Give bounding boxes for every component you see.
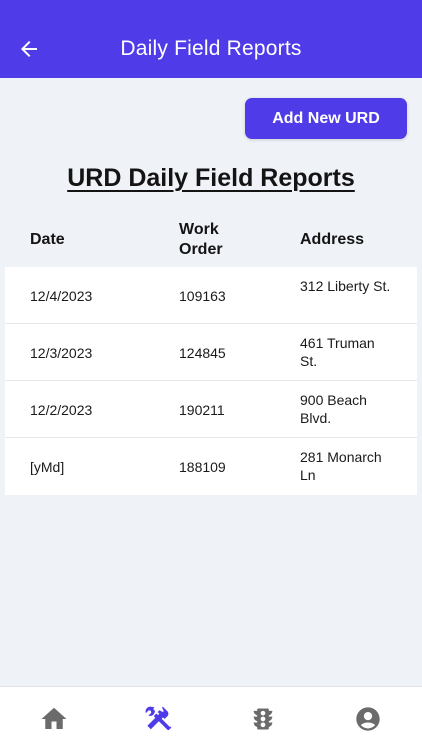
account-icon [356, 707, 380, 731]
nav-item-home[interactable] [38, 703, 70, 735]
column-header-work-order: Work Order [179, 221, 223, 258]
row-address: 461 Truman St. [300, 335, 375, 369]
row-work-order: 190211 [179, 402, 225, 418]
row-date: 12/4/2023 [30, 288, 93, 304]
table-row[interactable]: 12/2/2023 190211 900 Beach Blvd. [5, 381, 417, 438]
app-bar: Daily Field Reports [0, 0, 422, 78]
app-bar-title: Daily Field Reports [120, 37, 302, 60]
nav-item-traffic[interactable] [247, 703, 279, 735]
row-date: [yMd] [30, 459, 65, 475]
table-row[interactable]: 12/4/2023 109163 312 Liberty St. [5, 267, 417, 324]
column-header-address: Address [300, 231, 365, 248]
row-date: 12/3/2023 [30, 345, 93, 361]
page-title: URD Daily Field Reports [67, 164, 355, 192]
row-address: 900 Beach Blvd. [300, 392, 367, 426]
row-work-order: 188109 [179, 459, 226, 475]
row-date: 12/2/2023 [30, 402, 93, 418]
nav-item-tools[interactable] [142, 703, 174, 735]
tools-icon [145, 706, 172, 731]
nav-item-account[interactable] [352, 703, 384, 735]
home-icon [41, 707, 67, 729]
bottom-navigation [0, 686, 422, 750]
row-address: 312 Liberty St. [300, 278, 391, 294]
traffic-light-icon [253, 708, 273, 730]
report-table: 12/4/2023 109163 312 Liberty St. 12/3/20… [5, 267, 417, 495]
add-new-urd-button[interactable]: Add New URD [245, 98, 407, 139]
back-button[interactable] [14, 34, 44, 64]
row-work-order: 124845 [179, 345, 226, 361]
row-work-order: 109163 [179, 288, 226, 304]
table-row[interactable]: 12/3/2023 124845 461 Truman St. [5, 324, 417, 381]
column-header-date: Date [30, 231, 65, 248]
table-header: Date Work Order Address [5, 216, 417, 266]
row-address: 281 Monarch Ln [300, 449, 382, 483]
table-row[interactable]: [yMd] 188109 281 Monarch Ln [5, 438, 417, 495]
arrow-left-icon [21, 41, 37, 57]
